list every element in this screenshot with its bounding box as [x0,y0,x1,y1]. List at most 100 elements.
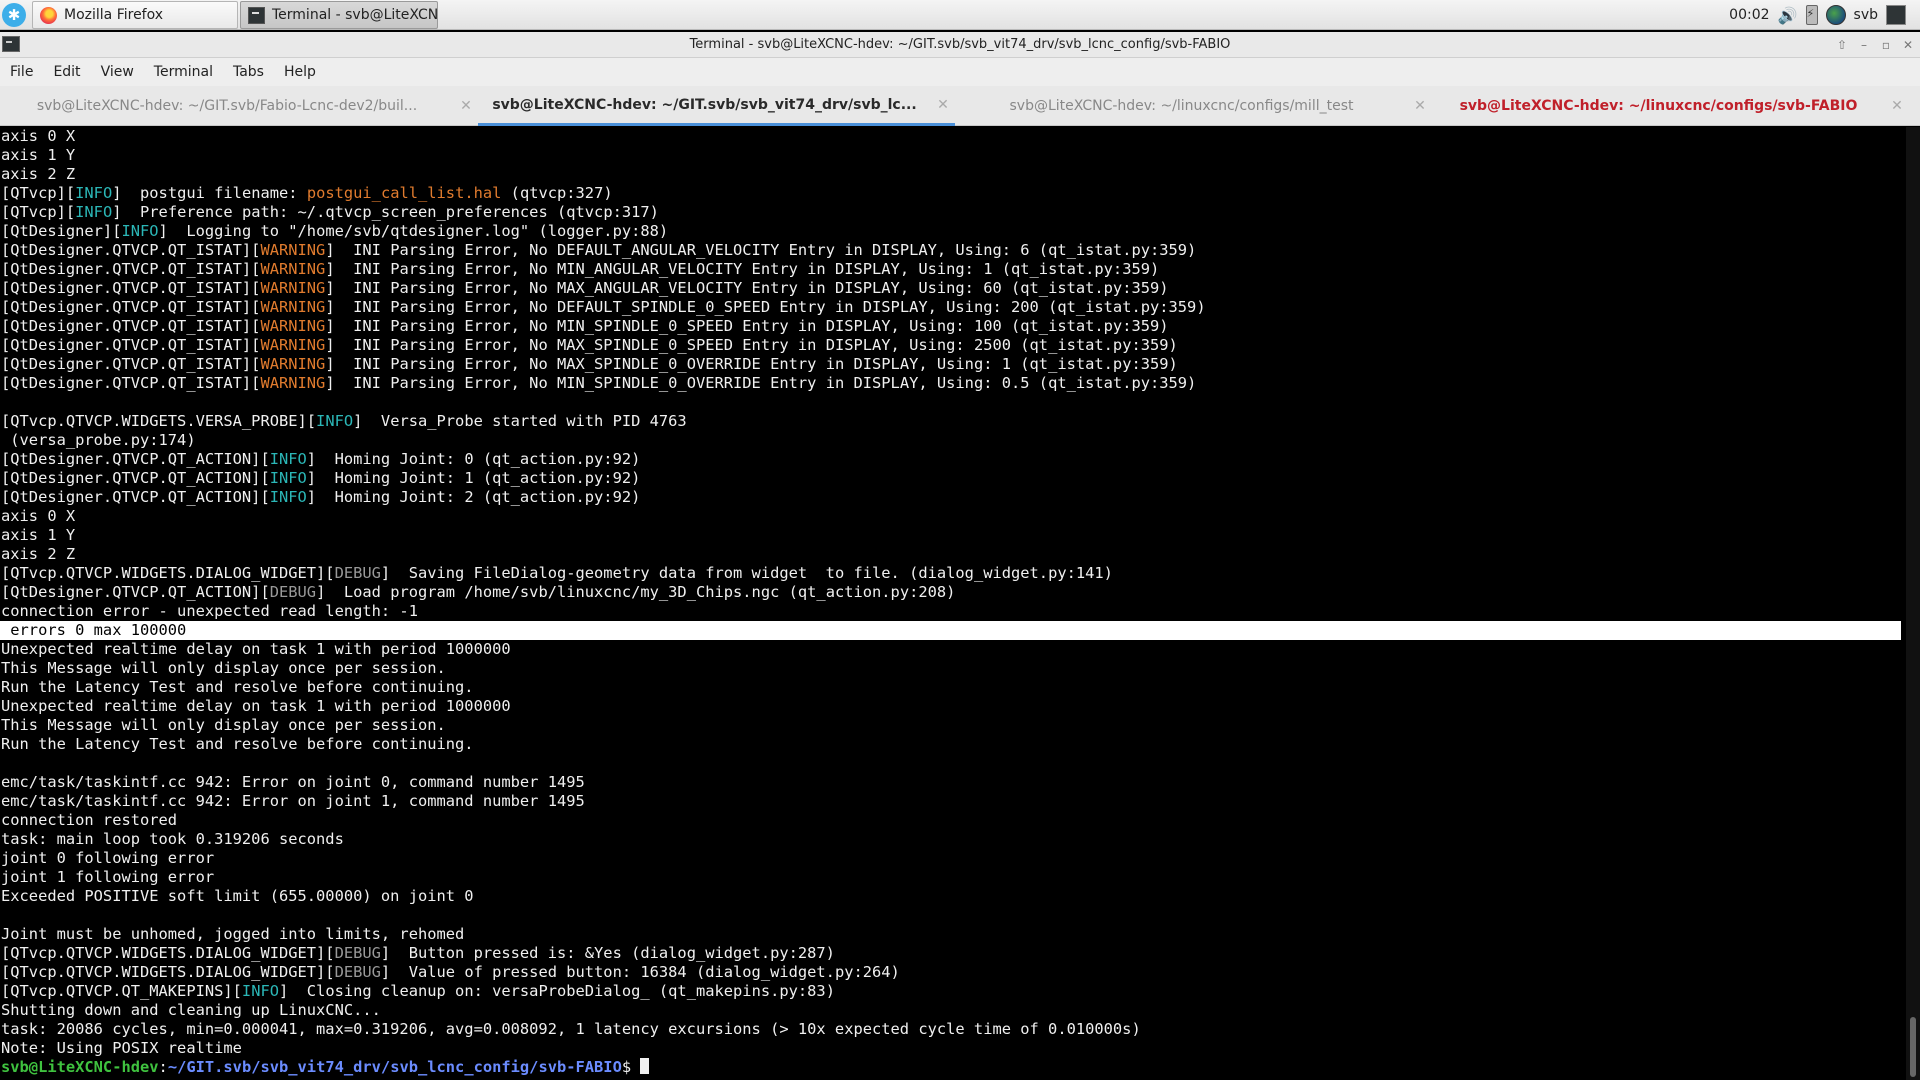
terminal-text: axis 2 Z [1,165,76,183]
terminal-line: [QtDesigner.QTVCP.QT_ISTAT][WARNING] INI… [0,336,1906,355]
taskbar-window-terminal[interactable]: Terminal - svb@LiteXCN... [240,1,438,29]
terminal-line: emc/task/taskintf.cc 942: Error on joint… [0,773,1906,792]
terminal-text: [QTvcp.QTVCP.QT_MAKEPINS][ [1,982,242,1000]
terminal-line: [QtDesigner.QTVCP.QT_ISTAT][WARNING] INI… [0,298,1906,317]
terminal-text: axis 0 X [1,127,76,145]
terminal-line: Exceeded POSITIVE soft limit (655.00000)… [0,887,1906,906]
terminal-text: INFO [269,450,307,468]
terminal-line: [QtDesigner.QTVCP.QT_ISTAT][WARNING] INI… [0,355,1906,374]
terminal-line: This Message will only display once per … [0,716,1906,735]
terminal-text: WARNING [260,298,326,316]
terminal-text: WARNING [260,317,326,335]
terminal-text: ] INI Parsing Error, No DEFAULT_ANGULAR_… [325,241,1197,259]
firefox-icon [40,6,57,24]
terminal-text: axis 2 Z [1,545,76,563]
scrollbar-thumb[interactable] [1910,1017,1916,1077]
terminal-text: [QtDesigner.QTVCP.QT_ISTAT][ [1,374,261,392]
tab-label: svb@LiteXCNC-hdev: ~/linuxcnc/configs/sv… [1459,98,1858,114]
menu-view[interactable]: View [91,64,144,80]
terminal-line: This Message will only display once per … [0,659,1906,678]
terminal-text: DEBUG [269,583,317,601]
volume-icon[interactable]: 🔊 [1778,5,1798,25]
terminal-line: [QtDesigner][INFO] Logging to "/home/svb… [0,222,1906,241]
menu-tabs[interactable]: Tabs [223,64,274,80]
terminal-icon [248,6,265,24]
terminal-text: [QtDesigner.QTVCP.QT_ACTION][ [1,450,270,468]
tab-label: svb@LiteXCNC-hdev: ~/GIT.svb/Fabio-Lcnc-… [36,98,418,114]
terminal-text: WARNING [260,241,326,259]
terminal-text: [QtDesigner.QTVCP.QT_ACTION][ [1,469,270,487]
terminal-line: [QtDesigner.QTVCP.QT_ISTAT][WARNING] INI… [0,317,1906,336]
terminal-text: ] Load program /home/svb/linuxcnc/my_3D_… [316,583,956,601]
window-title: Terminal - svb@LiteXCNC-hdev: ~/GIT.svb/… [689,37,1231,52]
terminal-line: [QtDesigner.QTVCP.QT_ISTAT][WARNING] INI… [0,279,1906,298]
menu-help[interactable]: Help [274,64,326,80]
terminal-scrollbar[interactable] [1906,127,1920,1080]
window-titlebar[interactable]: Terminal - svb@LiteXCNC-hdev: ~/GIT.svb/… [0,32,1920,58]
window-shade-icon[interactable]: ⇧ [1834,37,1850,53]
terminal-text: Run the Latency Test and resolve before … [1,735,474,753]
terminal-line: Run the Latency Test and resolve before … [0,678,1906,697]
prompt-path: ~/GIT.svb/svb_vit74_drv/svb_lcnc_config/… [167,1058,622,1076]
close-icon[interactable]: ✕ [1900,37,1916,53]
terminal-line: [QTvcp.QTVCP.WIDGETS.VERSA_PROBE][INFO] … [0,412,1906,431]
terminal-line: Run the Latency Test and resolve before … [0,735,1906,754]
terminal-output[interactable]: axis 0 Xaxis 1 Yaxis 2 Z [QTvcp][INFO] po… [0,127,1906,1080]
tab-mill-test[interactable]: svb@LiteXCNC-hdev: ~/linuxcnc/configs/mi… [955,86,1432,126]
terminal-line: emc/task/taskintf.cc 942: Error on joint… [0,792,1906,811]
taskbar-window-firefox[interactable]: Mozilla Firefox [32,1,238,29]
terminal-text: ] postgui filename: [112,184,307,202]
maximize-icon[interactable]: ▫ [1878,37,1894,53]
menu-terminal[interactable]: Terminal [144,64,223,80]
terminal-text: (qtvcp:327) [501,184,613,202]
text-cursor [640,1058,650,1074]
tab-close-icon[interactable]: ✕ [1885,98,1909,114]
terminal-text: connection error - unexpected read lengt… [1,602,418,620]
terminal-text: ] Logging to "/home/svb/qtdesigner.log" … [158,222,669,240]
tab-fabio-lcnc-dev2[interactable]: svb@LiteXCNC-hdev: ~/GIT.svb/Fabio-Lcnc-… [0,86,478,126]
terminal-line: task: 20086 cycles, min=0.000041, max=0.… [0,1020,1906,1039]
terminal-text: [QtDesigner.QTVCP.QT_ISTAT][ [1,355,261,373]
terminal-text: DEBUG [334,963,381,981]
terminal-text: Unexpected realtime delay on task 1 with… [1,640,511,658]
terminal-text: [QTvcp.QTVCP.WIDGETS.DIALOG_WIDGET][ [1,963,335,981]
taskbar-window-label: Mozilla Firefox [64,7,164,23]
terminal-text: postgui_call_list.hal [306,184,502,202]
terminal-line: axis 1 Y [0,146,1906,165]
tab-bar: svb@LiteXCNC-hdev: ~/GIT.svb/Fabio-Lcnc-… [0,86,1920,126]
menu-bar: File Edit View Terminal Tabs Help [0,58,1920,86]
tab-svb-fabio[interactable]: svb@LiteXCNC-hdev: ~/linuxcnc/configs/sv… [1432,86,1909,126]
tab-close-icon[interactable]: ✕ [931,97,955,113]
shell-prompt[interactable]: svb@LiteXCNC-hdev:~/GIT.svb/svb_vit74_dr… [0,1058,1906,1077]
terminal-text: WARNING [260,355,326,373]
tab-svb-vit74-drv[interactable]: svb@LiteXCNC-hdev: ~/GIT.svb/svb_vit74_d… [478,86,955,126]
minimize-icon[interactable]: – [1856,37,1872,53]
terminal-text: ] INI Parsing Error, No MAX_SPINDLE_0_OV… [325,355,1178,373]
terminal-line: Unexpected realtime delay on task 1 with… [0,640,1906,659]
terminal-text: This Message will only display once per … [1,659,446,677]
start-menu-icon[interactable]: ✱ [2,3,26,27]
terminal-tray-icon[interactable] [1886,5,1906,25]
terminal-text: ] INI Parsing Error, No MIN_ANGULAR_VELO… [325,260,1160,278]
terminal-text: WARNING [260,374,326,392]
terminal-text: Shutting down and cleaning up LinuxCNC..… [1,1001,381,1019]
terminal-text: errors 0 max 100000 [1,621,187,639]
terminal-line: [QTvcp.QTVCP.WIDGETS.DIALOG_WIDGET][DEBU… [0,963,1906,982]
tab-close-icon[interactable]: ✕ [454,98,478,114]
network-globe-icon[interactable] [1825,5,1846,25]
terminal-text: [QTvcp.QTVCP.WIDGETS.DIALOG_WIDGET][ [1,564,335,582]
terminal-text: ] INI Parsing Error, No MIN_SPINDLE_0_OV… [325,374,1197,392]
terminal-text: axis 1 Y [1,146,76,164]
tab-label: svb@LiteXCNC-hdev: ~/linuxcnc/configs/mi… [1009,98,1354,114]
terminal-line: [QtDesigner.QTVCP.QT_ACTION][INFO] Homin… [0,488,1906,507]
battery-icon[interactable] [1805,5,1818,25]
terminal-text: emc/task/taskintf.cc 942: Error on joint… [1,792,585,810]
clock[interactable]: 00:02 [1729,7,1769,23]
user-name[interactable]: svb [1854,7,1878,23]
menu-file[interactable]: File [0,64,43,80]
terminal-line: [QtDesigner.QTVCP.QT_ACTION][INFO] Homin… [0,469,1906,488]
tab-close-icon[interactable]: ✕ [1408,98,1432,114]
menu-edit[interactable]: Edit [43,64,90,80]
